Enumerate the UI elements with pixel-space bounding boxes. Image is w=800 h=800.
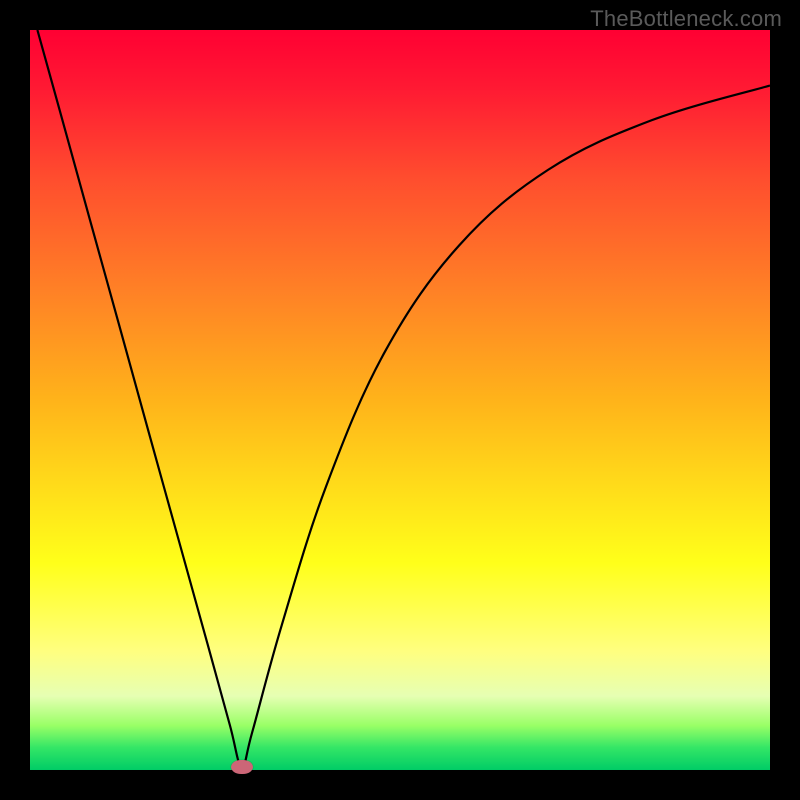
watermark-text: TheBottleneck.com	[590, 6, 782, 32]
minimum-marker	[231, 760, 253, 774]
bottleneck-curve	[30, 30, 770, 770]
plot-area	[30, 30, 770, 770]
chart-frame: TheBottleneck.com	[0, 0, 800, 800]
